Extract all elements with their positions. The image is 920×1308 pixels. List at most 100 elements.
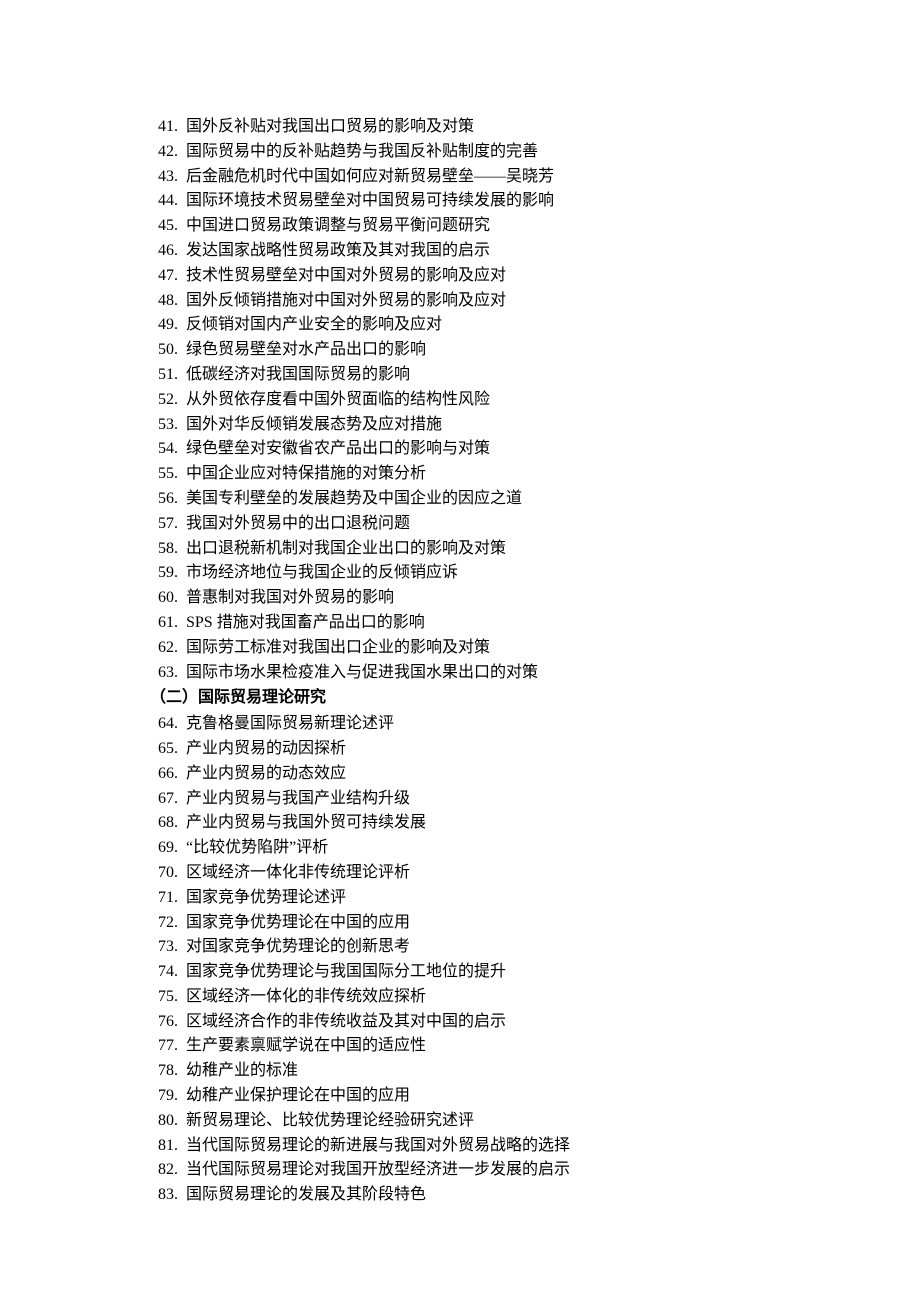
item-number: 81 [150,1134,186,1159]
list-item: 73对国家竞争优势理论的创新思考 [150,935,800,960]
item-number: 78 [150,1059,186,1084]
item-number: 51 [150,363,186,388]
list-item: 47技术性贸易壁垒对中国对外贸易的影响及应对 [150,264,800,289]
item-text: 国家竞争优势理论述评 [186,886,800,911]
list-item: 49反倾销对国内产业安全的影响及应对 [150,313,800,338]
item-number: 52 [150,388,186,413]
item-number: 62 [150,636,186,661]
list-item: 50绿色贸易壁垒对水产品出口的影响 [150,338,800,363]
item-number: 68 [150,811,186,836]
item-text: 产业内贸易的动态效应 [186,762,800,787]
item-number: 70 [150,861,186,886]
item-text: 新贸易理论、比较优势理论经验研究述评 [186,1109,800,1134]
list-item: 44国际环境技术贸易壁垒对中国贸易可持续发展的影响 [150,189,800,214]
list-item: 56美国专利壁垒的发展趋势及中国企业的因应之道 [150,487,800,512]
item-number: 47 [150,264,186,289]
item-number: 66 [150,762,186,787]
list-item: 77生产要素禀赋学说在中国的适应性 [150,1034,800,1059]
item-number: 73 [150,935,186,960]
item-text: 国际环境技术贸易壁垒对中国贸易可持续发展的影响 [186,189,800,214]
item-text: 反倾销对国内产业安全的影响及应对 [186,313,800,338]
item-text: 产业内贸易的动因探析 [186,737,800,762]
item-number: 54 [150,437,186,462]
item-text: 对国家竞争优势理论的创新思考 [186,935,800,960]
item-number: 65 [150,737,186,762]
list-item: 65产业内贸易的动因探析 [150,737,800,762]
list-item: 43后金融危机时代中国如何应对新贸易壁垒——吴晓芳 [150,165,800,190]
list-item: 75区域经济一体化的非传统效应探析 [150,985,800,1010]
item-number: 44 [150,189,186,214]
item-text: 美国专利壁垒的发展趋势及中国企业的因应之道 [186,487,800,512]
item-number: 72 [150,911,186,936]
item-text: 当代国际贸易理论的新进展与我国对外贸易战略的选择 [186,1134,800,1159]
item-text: 市场经济地位与我国企业的反倾销应诉 [186,561,800,586]
list-item: 60普惠制对我国对外贸易的影响 [150,586,800,611]
list-item: 71国家竞争优势理论述评 [150,886,800,911]
list-item: 80新贸易理论、比较优势理论经验研究述评 [150,1109,800,1134]
list-item: 53国外对华反倾销发展态势及应对措施 [150,413,800,438]
item-number: 79 [150,1084,186,1109]
item-text: 国家竞争优势理论与我国国际分工地位的提升 [186,960,800,985]
item-text: “比较优势陷阱”评析 [186,836,800,861]
list-item: 74国家竞争优势理论与我国国际分工地位的提升 [150,960,800,985]
item-text: 国际市场水果检疫准入与促进我国水果出口的对策 [186,661,800,686]
item-number: 64 [150,712,186,737]
item-number: 60 [150,586,186,611]
item-text: 中国进口贸易政策调整与贸易平衡问题研究 [186,214,800,239]
list-item: 76区域经济合作的非传统收益及其对中国的启示 [150,1010,800,1035]
item-number: 58 [150,537,186,562]
item-number: 42 [150,140,186,165]
list-item: 41国外反补贴对我国出口贸易的影响及对策 [150,115,800,140]
item-text: 我国对外贸易中的出口退税问题 [186,512,800,537]
list-item: 52从外贸依存度看中国外贸面临的结构性风险 [150,388,800,413]
item-text: 产业内贸易与我国外贸可持续发展 [186,811,800,836]
list-item: 66产业内贸易的动态效应 [150,762,800,787]
item-number: 55 [150,462,186,487]
item-number: 67 [150,787,186,812]
item-text: 发达国家战略性贸易政策及其对我国的启示 [186,239,800,264]
item-text: 克鲁格曼国际贸易新理论述评 [186,712,800,737]
item-number: 82 [150,1158,186,1183]
item-text: 低碳经济对我国国际贸易的影响 [186,363,800,388]
list-item: 42国际贸易中的反补贴趋势与我国反补贴制度的完善 [150,140,800,165]
list-item: 78幼稚产业的标准 [150,1059,800,1084]
list-item: 79幼稚产业保护理论在中国的应用 [150,1084,800,1109]
item-text: 国外反补贴对我国出口贸易的影响及对策 [186,115,800,140]
item-text: 普惠制对我国对外贸易的影响 [186,586,800,611]
list-item: 62国际劳工标准对我国出口企业的影响及对策 [150,636,800,661]
item-text: 区域经济合作的非传统收益及其对中国的启示 [186,1010,800,1035]
item-text: 区域经济一体化非传统理论评析 [186,861,800,886]
item-number: 80 [150,1109,186,1134]
item-number: 74 [150,960,186,985]
item-number: 46 [150,239,186,264]
item-number: 76 [150,1010,186,1035]
item-number: 49 [150,313,186,338]
item-number: 41 [150,115,186,140]
item-number: 43 [150,165,186,190]
item-number: 77 [150,1034,186,1059]
list-item: 51低碳经济对我国国际贸易的影响 [150,363,800,388]
item-text: 国外对华反倾销发展态势及应对措施 [186,413,800,438]
item-number: 50 [150,338,186,363]
item-text: 出口退税新机制对我国企业出口的影响及对策 [186,537,800,562]
item-text: 国家竞争优势理论在中国的应用 [186,911,800,936]
document-body: 41国外反补贴对我国出口贸易的影响及对策42国际贸易中的反补贴趋势与我国反补贴制… [150,115,800,1208]
list-item: 69“比较优势陷阱”评析 [150,836,800,861]
item-text: SPS 措施对我国畜产品出口的影响 [186,611,800,636]
list-item: 70区域经济一体化非传统理论评析 [150,861,800,886]
item-text: 技术性贸易壁垒对中国对外贸易的影响及应对 [186,264,800,289]
list-item: 83国际贸易理论的发展及其阶段特色 [150,1183,800,1208]
item-text: 国际贸易中的反补贴趋势与我国反补贴制度的完善 [186,140,800,165]
item-number: 63 [150,661,186,686]
item-text: 当代国际贸易理论对我国开放型经济进一步发展的启示 [186,1158,800,1183]
item-number: 48 [150,289,186,314]
item-text: 幼稚产业保护理论在中国的应用 [186,1084,800,1109]
item-text: 绿色壁垒对安徽省农产品出口的影响与对策 [186,437,800,462]
item-text: 幼稚产业的标准 [186,1059,800,1084]
list-item: 72国家竞争优势理论在中国的应用 [150,911,800,936]
item-number: 57 [150,512,186,537]
item-text: 产业内贸易与我国产业结构升级 [186,787,800,812]
list-item: 63国际市场水果检疫准入与促进我国水果出口的对策 [150,661,800,686]
list-item: 55中国企业应对特保措施的对策分析 [150,462,800,487]
item-number: 83 [150,1183,186,1208]
